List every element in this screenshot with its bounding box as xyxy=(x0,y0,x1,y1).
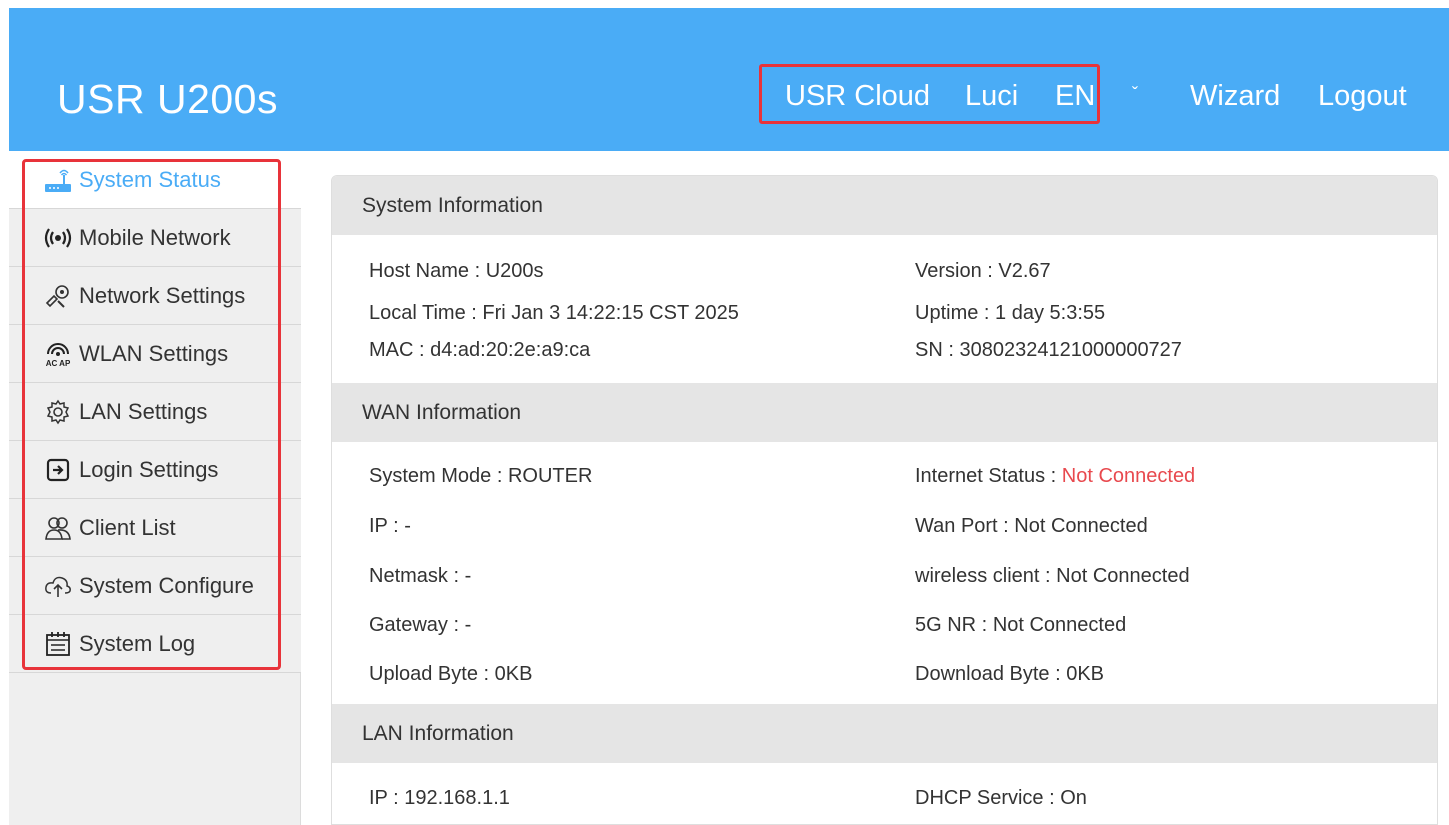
lan-ip-row: IP : 192.168.1.1 xyxy=(369,787,510,810)
cloud-upload-icon xyxy=(43,571,73,601)
calendar-log-icon xyxy=(43,629,73,659)
luci-link[interactable]: Luci xyxy=(965,80,1018,113)
sn-label: SN : xyxy=(915,339,954,361)
mac-row: MAC : d4:ad:20:2e:a9:ca xyxy=(369,339,590,362)
sidebar-item-label: Client List xyxy=(79,514,176,540)
status-panel: System Information Host Name : U200s Ver… xyxy=(331,175,1438,825)
version-label: Version : xyxy=(915,260,993,282)
login-icon xyxy=(43,455,73,485)
sidebar-item-label: System Log xyxy=(79,630,196,656)
download-byte-label: Download Byte : xyxy=(915,663,1061,685)
sidebar-item-label: WLAN Settings xyxy=(79,340,229,366)
host-name-value: U200s xyxy=(485,260,544,282)
upload-byte-label: Upload Byte : xyxy=(369,663,490,685)
lan-ip-label: IP : xyxy=(369,787,399,809)
mac-label: MAC : xyxy=(369,339,425,361)
upload-byte-row: Upload Byte : 0KB xyxy=(369,663,532,686)
wan-ip-label: IP : xyxy=(369,515,399,537)
netmask-value: - xyxy=(464,565,472,587)
wan-ip-value: - xyxy=(404,515,411,537)
host-name-label: Host Name : xyxy=(369,260,481,282)
netmask-row: Netmask : - xyxy=(369,565,471,588)
dhcp-service-label: DHCP Service : xyxy=(915,787,1055,809)
sidebar-item-system-configure[interactable]: System Configure xyxy=(9,557,301,615)
language-selector[interactable]: EN xyxy=(1055,80,1095,113)
wireless-client-label: wireless client : xyxy=(915,565,1051,587)
netmask-label: Netmask : xyxy=(369,565,460,587)
sidebar-item-label: System Configure xyxy=(79,572,254,598)
system-mode-value: ROUTER xyxy=(507,465,593,487)
wlan-acap-icon: AC AP xyxy=(43,339,73,369)
sidebar-item-label: Login Settings xyxy=(79,456,219,482)
dhcp-service-value: On xyxy=(1060,787,1087,809)
host-name-row: Host Name : U200s xyxy=(369,260,544,283)
system-info-header: System Information xyxy=(332,176,1437,235)
dhcp-service-row: DHCP Service : On xyxy=(915,787,1087,810)
wan-port-label: Wan Port : xyxy=(915,515,1009,537)
gateway-row: Gateway : - xyxy=(369,614,471,637)
sidebar-item-label: System Status xyxy=(79,166,221,192)
sidebar-item-system-log[interactable]: System Log xyxy=(9,615,301,673)
wan-port-value: Not Connected xyxy=(1014,515,1148,537)
uptime-row: Uptime : 1 day 5:3:55 xyxy=(915,302,1105,325)
usr-cloud-link[interactable]: USR Cloud xyxy=(785,80,930,113)
sidebar-item-label: LAN Settings xyxy=(79,398,208,424)
download-byte-value: 0KB xyxy=(1066,663,1105,685)
users-icon xyxy=(43,513,73,543)
sidebar-item-mobile-network[interactable]: Mobile Network xyxy=(9,209,301,267)
system-mode-row: System Mode : ROUTER xyxy=(369,465,592,488)
wireless-client-value: Not Connected xyxy=(1056,565,1190,587)
upload-byte-value: 0KB xyxy=(494,663,533,685)
local-time-value: Fri Jan 3 14:22:15 CST 2025 xyxy=(482,302,739,324)
wan-ip-row: IP : - xyxy=(369,515,411,538)
mac-value: d4:ad:20:2e:a9:ca xyxy=(430,339,591,361)
version-value: V2.67 xyxy=(998,260,1051,282)
sn-row: SN : 30802324121000000727 xyxy=(915,339,1182,362)
5g-nr-value: Not Connected xyxy=(992,614,1127,636)
system-mode-label: System Mode : xyxy=(369,465,503,487)
local-time-label: Local Time : xyxy=(369,302,477,324)
sn-value: 30802324121000000727 xyxy=(959,339,1182,361)
local-time-row: Local Time : Fri Jan 3 14:22:15 CST 2025 xyxy=(369,302,739,325)
logout-link[interactable]: Logout xyxy=(1318,80,1407,113)
sidebar-item-lan-settings[interactable]: LAN Settings xyxy=(9,383,301,441)
wireless-signal-icon xyxy=(43,223,73,253)
uptime-value: 1 day 5:3:55 xyxy=(995,302,1106,324)
wireless-client-row: wireless client : Not Connected xyxy=(915,565,1190,588)
sidebar-item-login-settings[interactable]: Login Settings xyxy=(9,441,301,499)
5g-nr-label: 5G NR : xyxy=(915,614,988,636)
router-icon xyxy=(43,165,73,195)
wan-port-row: Wan Port : Not Connected xyxy=(915,515,1148,538)
uptime-label: Uptime : xyxy=(915,302,990,324)
internet-status-value: Not Connected xyxy=(1061,465,1196,487)
wan-info-header: WAN Information xyxy=(332,383,1437,442)
sidebar-item-client-list[interactable]: Client List xyxy=(9,499,301,557)
gear-icon xyxy=(43,397,73,427)
lan-ip-value: 192.168.1.1 xyxy=(404,787,510,809)
sidebar-item-network-settings[interactable]: Network Settings xyxy=(9,267,301,325)
gateway-label: Gateway : xyxy=(369,614,460,636)
internet-status-label: Internet Status : xyxy=(915,465,1057,487)
5g-nr-row: 5G NR : Not Connected xyxy=(915,614,1126,637)
download-byte-row: Download Byte : 0KB xyxy=(915,663,1104,686)
network-settings-icon xyxy=(43,281,73,311)
lan-info-header: LAN Information xyxy=(332,704,1437,763)
sidebar-item-wlan-settings[interactable]: AC AP WLAN Settings xyxy=(9,325,301,383)
version-row: Version : V2.67 xyxy=(915,260,1051,283)
chevron-down-icon[interactable]: ˇ xyxy=(1132,84,1138,105)
gateway-value: - xyxy=(464,614,472,636)
sidebar-item-label: Mobile Network xyxy=(79,224,231,250)
sidebar-item-label: Network Settings xyxy=(79,282,246,308)
internet-status-row: Internet Status : Not Connected xyxy=(915,465,1195,488)
wizard-link[interactable]: Wizard xyxy=(1190,80,1280,113)
sidebar-item-system-status[interactable]: System Status xyxy=(9,151,301,209)
sidebar: System Status Mobile Network Network Set… xyxy=(9,151,301,825)
svg-text:AC AP: AC AP xyxy=(46,359,71,368)
brand-title: USR U200s xyxy=(57,76,278,122)
